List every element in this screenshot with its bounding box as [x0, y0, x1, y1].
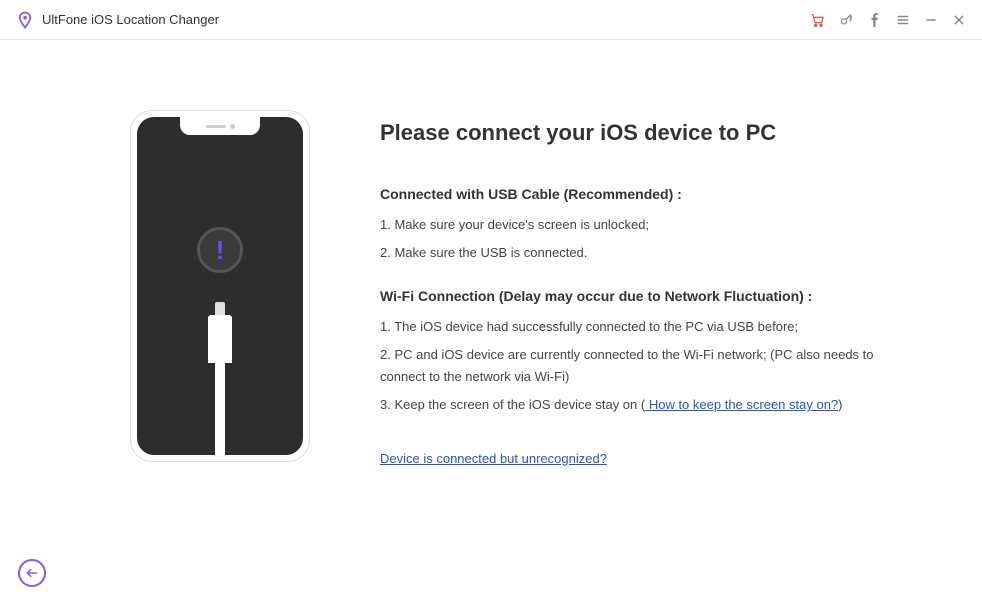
wifi-step-3-prefix: 3. Keep the screen of the iOS device sta…: [380, 397, 645, 412]
wifi-step-2: 2. PC and iOS device are currently conne…: [380, 344, 922, 388]
usb-cable-icon: [204, 315, 236, 455]
close-icon[interactable]: [952, 13, 966, 27]
minimize-icon[interactable]: [924, 13, 938, 27]
main-heading: Please connect your iOS device to PC: [380, 120, 922, 146]
key-icon[interactable]: [839, 12, 854, 27]
wifi-step-3: 3. Keep the screen of the iOS device sta…: [380, 394, 922, 416]
alert-icon: !: [197, 227, 243, 273]
usb-step-1: 1. Make sure your device's screen is unl…: [380, 214, 922, 236]
phone-illustration: !: [130, 110, 310, 462]
cart-icon[interactable]: [809, 12, 825, 28]
menu-icon[interactable]: [896, 13, 910, 27]
wifi-section-heading: Wi-Fi Connection (Delay may occur due to…: [380, 288, 922, 304]
app-logo-icon: [16, 11, 34, 29]
titlebar: UltFone iOS Location Changer: [0, 0, 982, 40]
main-content: ! Please connect your iOS device to PC C…: [0, 40, 982, 551]
app-title: UltFone iOS Location Changer: [42, 12, 219, 27]
instructions-panel: Please connect your iOS device to PC Con…: [380, 110, 922, 531]
phone-illustration-container: !: [60, 110, 310, 531]
back-button[interactable]: [18, 559, 46, 587]
usb-section-heading: Connected with USB Cable (Recommended) :: [380, 186, 922, 202]
wifi-step-1: 1. The iOS device had successfully conne…: [380, 316, 922, 338]
wifi-step-3-suffix: ): [838, 397, 842, 412]
footer: [18, 559, 46, 587]
usb-step-2: 2. Make sure the USB is connected.: [380, 242, 922, 264]
keep-screen-on-link[interactable]: How to keep the screen stay on?: [645, 397, 838, 412]
device-unrecognized-link[interactable]: Device is connected but unrecognized?: [380, 451, 607, 466]
phone-screen: !: [137, 117, 303, 455]
facebook-icon[interactable]: [868, 13, 882, 27]
titlebar-right: [809, 12, 966, 28]
titlebar-left: UltFone iOS Location Changer: [16, 11, 219, 29]
phone-notch: [180, 117, 260, 135]
